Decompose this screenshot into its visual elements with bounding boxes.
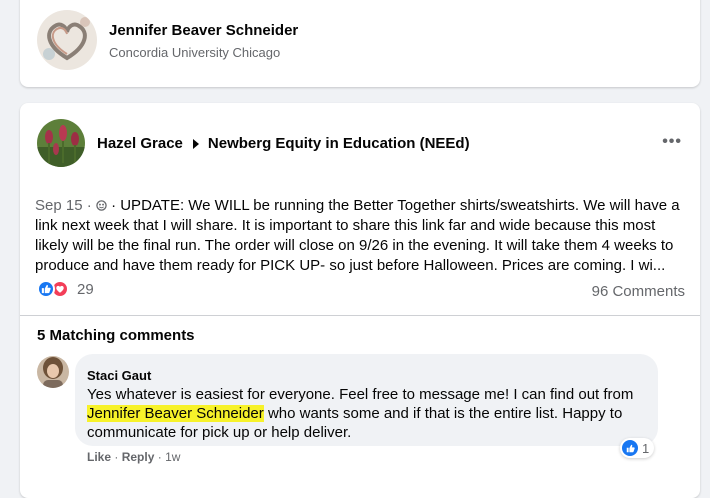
profile-avatar[interactable] <box>37 10 97 70</box>
divider <box>20 315 700 316</box>
like-reaction-icon <box>622 440 638 456</box>
comment-author[interactable]: Staci Gaut <box>87 368 151 383</box>
comments-count-link[interactable]: 96 Comments <box>592 283 685 300</box>
post-date-separator: · <box>86 197 92 214</box>
more-options-icon[interactable]: ••• <box>662 133 682 151</box>
matching-comments-label: 5 Matching comments <box>37 327 195 344</box>
comment-like-count: 1 <box>642 440 650 456</box>
comment-highlight-mention[interactable]: Jennifer Beaver Schneider <box>87 405 264 422</box>
post-group-name[interactable]: Newberg Equity in Education (NEEd) <box>208 135 470 152</box>
comment-time[interactable]: 1w <box>165 450 180 464</box>
post-text: · UPDATE: We WILL be running the Better … <box>35 197 680 274</box>
reaction-count: 29 <box>77 280 94 298</box>
post-author-name[interactable]: Hazel Grace <box>97 135 183 152</box>
profile-card: Jennifer Beaver Schneider Concordia Univ… <box>20 0 700 87</box>
post-date[interactable]: Sep 15 <box>35 197 83 214</box>
post-card: Hazel Grace Newberg Equity in Education … <box>20 103 700 498</box>
globe-icon <box>96 197 107 214</box>
comment-text: Yes whatever is easiest for everyone. Fe… <box>87 385 652 442</box>
profile-name[interactable]: Jennifer Beaver Schneider <box>109 22 298 39</box>
comment-reaction-badge[interactable]: 1 <box>620 438 655 458</box>
comment-like-button[interactable]: Like <box>87 450 111 464</box>
post-body: Sep 15 · · UPDATE: We WILL be running th… <box>35 196 685 276</box>
profile-subtitle: Concordia University Chicago <box>109 45 281 60</box>
separator: · <box>114 450 119 464</box>
caret-right-icon <box>192 138 199 149</box>
separator: · <box>157 450 162 464</box>
post-reactions[interactable]: 29 <box>37 280 94 298</box>
post-header: Hazel Grace Newberg Equity in Education … <box>97 135 470 152</box>
comment-text-before: Yes whatever is easiest for everyone. Fe… <box>87 386 634 403</box>
post-author-avatar[interactable] <box>37 119 85 167</box>
comment-bubble: Staci Gaut Yes whatever is easiest for e… <box>75 354 658 446</box>
comment-reply-button[interactable]: Reply <box>122 450 155 464</box>
comment-actions: Like · Reply · 1w <box>87 450 180 464</box>
like-reaction-icon <box>37 280 55 298</box>
commenter-avatar[interactable] <box>37 356 69 388</box>
